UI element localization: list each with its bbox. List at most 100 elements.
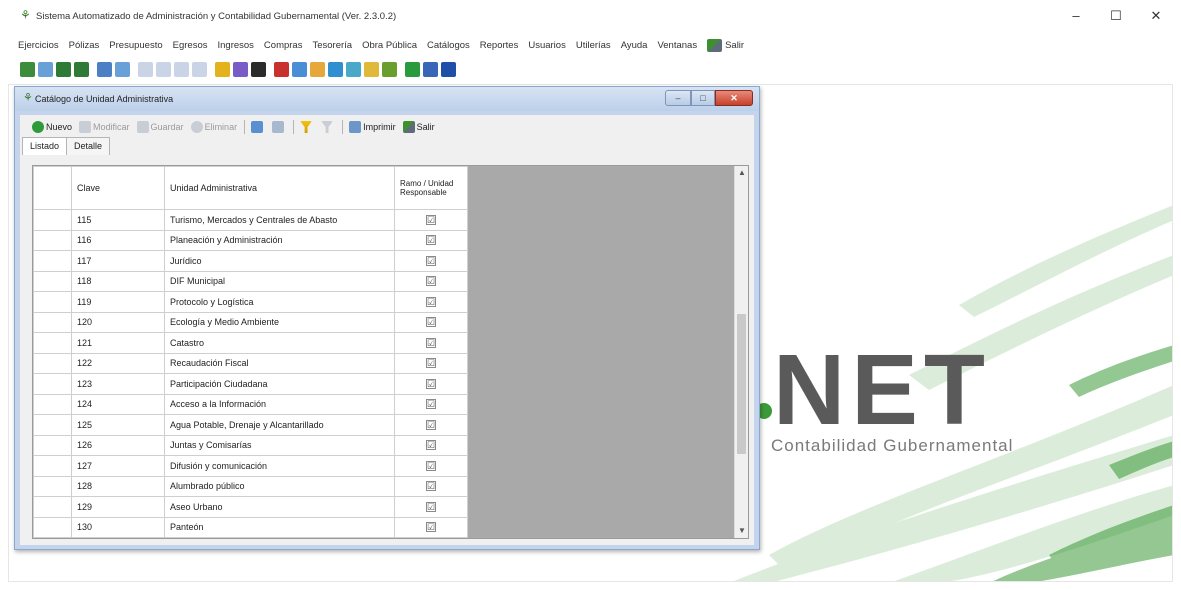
checkbox-checked-icon[interactable]: ☑ xyxy=(426,419,436,430)
cell-ramo[interactable]: ☑ xyxy=(394,229,468,251)
cell-ramo[interactable]: ☑ xyxy=(394,414,468,436)
report-icon[interactable] xyxy=(274,61,289,77)
checkbox-checked-icon[interactable]: ☑ xyxy=(426,481,436,492)
checkbox-checked-icon[interactable]: ☑ xyxy=(426,460,436,471)
grid-icon[interactable] xyxy=(115,61,130,77)
new-button[interactable]: Nuevo xyxy=(32,121,72,133)
save-icon[interactable] xyxy=(423,61,438,77)
table-row[interactable]: 120 Ecología y Medio Ambiente ☑ xyxy=(33,311,468,333)
table-row[interactable]: 119 Protocolo y Logística ☑ xyxy=(33,291,468,313)
checkbox-checked-icon[interactable]: ☑ xyxy=(426,214,436,225)
menu-item-ventanas[interactable]: Ventanas xyxy=(657,40,697,51)
table-row[interactable]: 118 DIF Municipal ☑ xyxy=(33,270,468,292)
table-row[interactable]: 117 Jurídico ☑ xyxy=(33,250,468,272)
edit-button[interactable]: Modificar xyxy=(79,121,130,133)
clear-filter-button[interactable] xyxy=(321,121,335,133)
table-row[interactable]: 115 Turismo, Mercados y Centrales de Abas… xyxy=(33,209,468,231)
checkbox-checked-icon[interactable]: ☑ xyxy=(426,522,436,533)
org-icon[interactable] xyxy=(382,61,397,77)
back-icon[interactable] xyxy=(20,61,35,77)
cell-ramo[interactable]: ☑ xyxy=(394,434,468,456)
exit-button[interactable]: Salir xyxy=(402,121,435,133)
page-icon[interactable] xyxy=(192,61,207,77)
table-row[interactable]: 129 Aseo Urbano ☑ xyxy=(33,496,468,518)
column-header-unidad[interactable]: Unidad Administrativa xyxy=(164,166,395,210)
menu-item-obra-pública[interactable]: Obra Pública xyxy=(362,40,417,51)
cell-ramo[interactable]: ☑ xyxy=(394,250,468,272)
menu-item-ingresos[interactable]: Ingresos xyxy=(217,40,253,51)
folder-icon[interactable] xyxy=(215,61,230,77)
menu-item-presupuesto[interactable]: Presupuesto xyxy=(109,40,162,51)
checkbox-checked-icon[interactable]: ☑ xyxy=(426,378,436,389)
cell-ramo[interactable]: ☑ xyxy=(394,455,468,477)
scroll-up-icon[interactable]: ▲ xyxy=(735,166,748,180)
maximize-button[interactable]: ☐ xyxy=(1098,5,1134,27)
image-icon[interactable] xyxy=(328,61,343,77)
archive-icon[interactable] xyxy=(364,61,379,77)
column-header-ramo[interactable]: Ramo / Unidad Responsable xyxy=(394,166,468,210)
book-icon[interactable] xyxy=(251,61,266,77)
save-button[interactable]: Guardar xyxy=(136,121,184,133)
table-row[interactable]: 130 Panteón ☑ xyxy=(33,516,468,538)
checkbox-checked-icon[interactable]: ☑ xyxy=(426,235,436,246)
checkbox-checked-icon[interactable]: ☑ xyxy=(426,317,436,328)
cell-ramo[interactable]: ☑ xyxy=(394,270,468,292)
table-row[interactable]: 127 Difusión y comunicación ☑ xyxy=(33,455,468,477)
pin-icon[interactable] xyxy=(233,61,248,77)
menu-item-ayuda[interactable]: Ayuda xyxy=(621,40,648,51)
catalog-minimize-button[interactable]: – xyxy=(665,90,691,106)
checkbox-checked-icon[interactable]: ☑ xyxy=(426,440,436,451)
checkbox-checked-icon[interactable]: ☑ xyxy=(426,276,436,287)
menu-item-egresos[interactable]: Egresos xyxy=(173,40,208,51)
document-icon[interactable] xyxy=(38,61,53,77)
cell-ramo[interactable]: ☑ xyxy=(394,311,468,333)
menu-item-utilerías[interactable]: Utilerías xyxy=(576,40,611,51)
page-icon[interactable] xyxy=(156,61,171,77)
table-row[interactable]: 116 Planeación y Administración ☑ xyxy=(33,229,468,251)
delete-button[interactable]: Eliminar xyxy=(190,121,237,133)
checkbox-checked-icon[interactable]: ☑ xyxy=(426,358,436,369)
chart-icon[interactable] xyxy=(56,61,71,77)
checkbox-checked-icon[interactable]: ☑ xyxy=(426,296,436,307)
refresh-icon[interactable] xyxy=(405,61,420,77)
help-icon[interactable] xyxy=(441,61,456,77)
tab-listado[interactable]: Listado xyxy=(22,137,68,155)
catalog-close-button[interactable]: ✕ xyxy=(715,90,753,106)
print-button[interactable]: Imprimir xyxy=(349,121,396,133)
checkbox-checked-icon[interactable]: ☑ xyxy=(426,399,436,410)
cell-ramo[interactable]: ☑ xyxy=(394,496,468,518)
cubes-icon[interactable] xyxy=(292,61,307,77)
cell-ramo[interactable]: ☑ xyxy=(394,475,468,497)
cell-ramo[interactable]: ☑ xyxy=(394,332,468,354)
page-icon[interactable] xyxy=(138,61,153,77)
minimize-button[interactable]: – xyxy=(1058,5,1094,27)
cell-ramo[interactable]: ☑ xyxy=(394,291,468,313)
menu-item-pólizas[interactable]: Pólizas xyxy=(69,40,100,51)
export-icon[interactable] xyxy=(310,61,325,77)
table-row[interactable]: 128 Alumbrado público ☑ xyxy=(33,475,468,497)
table-row[interactable]: 121 Catastro ☑ xyxy=(33,332,468,354)
menu-item-tesorería[interactable]: Tesorería xyxy=(312,40,352,51)
grid-button[interactable] xyxy=(272,121,286,133)
grid-vertical-scrollbar[interactable]: ▲ ▼ xyxy=(734,166,748,538)
tools-icon[interactable] xyxy=(346,61,361,77)
scroll-thumb[interactable] xyxy=(737,314,746,454)
cell-ramo[interactable]: ☑ xyxy=(394,373,468,395)
checkbox-checked-icon[interactable]: ☑ xyxy=(426,337,436,348)
catalog-maximize-button[interactable]: □ xyxy=(691,90,715,106)
checkbox-checked-icon[interactable]: ☑ xyxy=(426,255,436,266)
table-row[interactable]: 126 Juntas y Comisarías ☑ xyxy=(33,434,468,456)
menu-exit-button[interactable]: Salir xyxy=(707,38,744,52)
menu-item-ejercicios[interactable]: Ejercicios xyxy=(18,40,59,51)
menu-item-usuarios[interactable]: Usuarios xyxy=(528,40,566,51)
cell-ramo[interactable]: ☑ xyxy=(394,209,468,231)
money-icon[interactable] xyxy=(74,61,89,77)
cell-ramo[interactable]: ☑ xyxy=(394,352,468,374)
menu-item-compras[interactable]: Compras xyxy=(264,40,303,51)
table-row[interactable]: 122 Recaudación Fiscal ☑ xyxy=(33,352,468,374)
table-row[interactable]: 124 Acceso a la Información ☑ xyxy=(33,393,468,415)
filter-button[interactable] xyxy=(300,121,314,133)
cell-ramo[interactable]: ☑ xyxy=(394,393,468,415)
page-icon[interactable] xyxy=(174,61,189,77)
scroll-down-icon[interactable]: ▼ xyxy=(735,524,748,538)
